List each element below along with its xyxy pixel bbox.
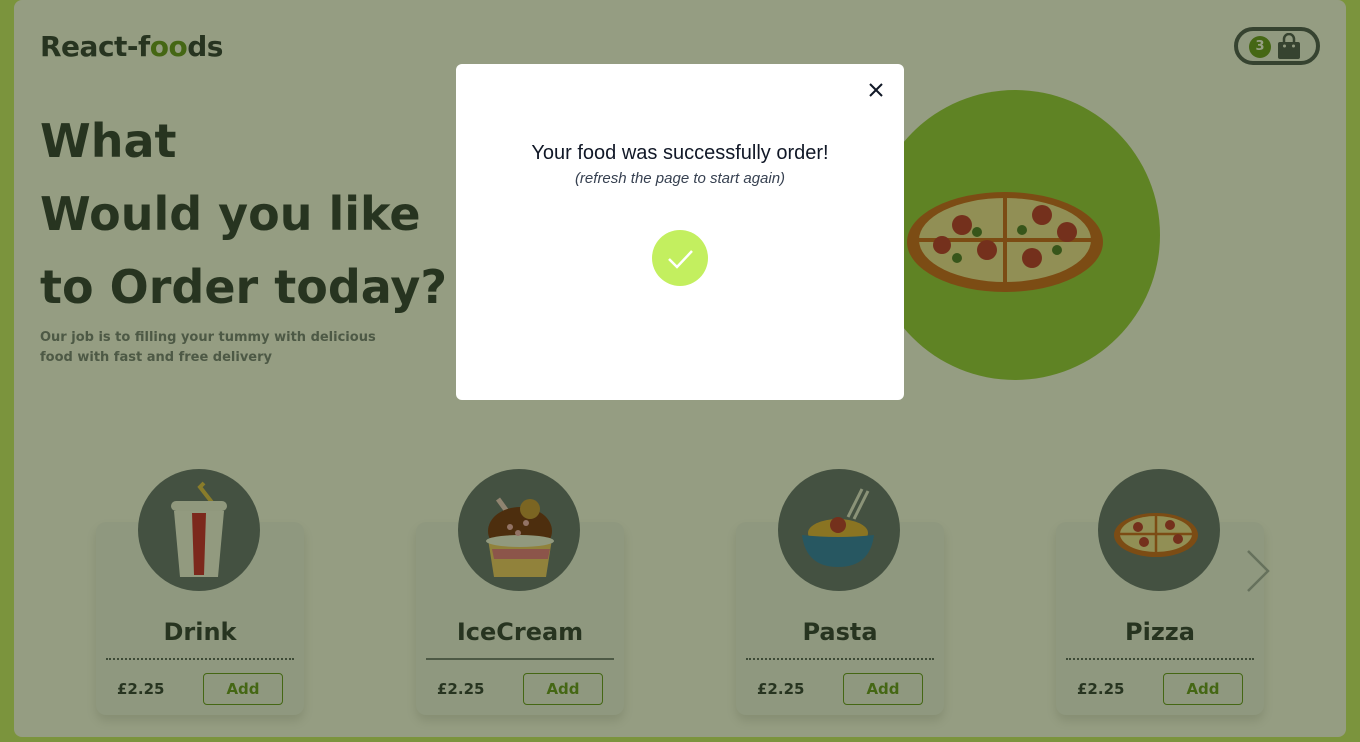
close-icon [869, 83, 883, 97]
success-check-icon [652, 230, 708, 286]
checkmark-icon [668, 250, 693, 269]
order-success-modal: Your food was successfully order! (refre… [456, 64, 904, 400]
refresh-hint: (refresh the page to start again) [574, 170, 786, 187]
close-modal-button[interactable] [864, 78, 888, 102]
success-message: Your food was successfully order! [531, 142, 829, 164]
